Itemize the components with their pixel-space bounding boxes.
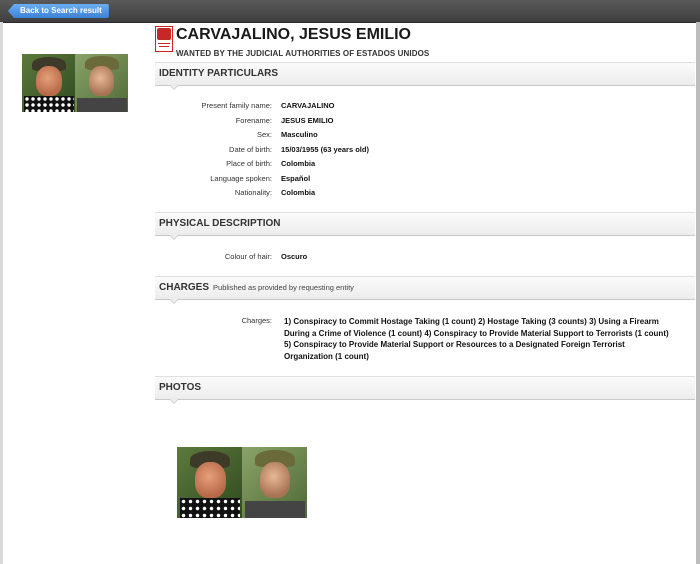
field-place-of-birth: Place of birth: Colombia bbox=[155, 157, 695, 171]
field-label: Language spoken: bbox=[210, 174, 272, 183]
section-photos: PHOTOS bbox=[155, 376, 695, 404]
section-title: IDENTITY PARTICULARS bbox=[159, 68, 279, 79]
field-label: Date of birth: bbox=[229, 145, 272, 154]
field-label: Sex: bbox=[256, 130, 272, 139]
field-value: Masculino bbox=[281, 130, 318, 139]
field-language: Language spoken: Español bbox=[155, 172, 695, 186]
field-label: Nationality: bbox=[234, 188, 272, 197]
field-label: Colour of hair: bbox=[224, 252, 272, 261]
field-hair-colour: Colour of hair: Oscuro bbox=[155, 250, 695, 264]
field-label: Present family name: bbox=[201, 101, 272, 110]
section-identity: IDENTITY PARTICULARS bbox=[155, 62, 695, 90]
top-bar: Back to Search result bbox=[0, 0, 700, 23]
profile-photo[interactable] bbox=[22, 54, 128, 112]
charges-label: Charges: bbox=[241, 316, 272, 325]
field-value: 15/03/1955 (63 years old) bbox=[281, 145, 369, 154]
field-label: Forename: bbox=[235, 116, 272, 125]
left-border bbox=[0, 22, 3, 564]
section-title: PHYSICAL DESCRIPTION bbox=[159, 218, 281, 229]
section-charges: CHARGES Published as provided by requesti… bbox=[155, 276, 695, 304]
field-label: Place of birth: bbox=[226, 159, 272, 168]
field-family-name: Present family name: CARVAJALINO bbox=[155, 99, 695, 113]
field-value: Español bbox=[281, 174, 311, 183]
section-title: CHARGES Published as provided by requesti… bbox=[159, 282, 354, 293]
field-sex: Sex: Masculino bbox=[155, 128, 695, 142]
interpol-emblem-icon bbox=[155, 26, 173, 52]
back-to-search-button[interactable]: Back to Search result bbox=[8, 4, 109, 18]
charges-title: CHARGES bbox=[159, 282, 210, 293]
wanted-by-text: WANTED BY THE JUDICIAL AUTHORITIES OF ES… bbox=[176, 49, 430, 58]
section-title: PHOTOS bbox=[159, 382, 202, 393]
field-value: Colombia bbox=[281, 159, 316, 168]
field-forename: Forename: JESUS EMILIO bbox=[155, 114, 695, 128]
field-value: CARVAJALINO bbox=[281, 101, 335, 110]
section-physical: PHYSICAL DESCRIPTION bbox=[155, 212, 695, 240]
person-name: CARVAJALINO, JESUS EMILIO bbox=[176, 26, 411, 43]
charges-value: 1) Conspiracy to Commit Hostage Taking (… bbox=[284, 317, 669, 361]
field-value: Oscuro bbox=[281, 252, 308, 261]
field-nationality: Nationality: Colombia bbox=[155, 186, 695, 200]
charges-subtitle: Published as provided by requesting enti… bbox=[213, 283, 354, 292]
field-value: Colombia bbox=[281, 188, 316, 197]
field-value: JESUS EMILIO bbox=[281, 116, 334, 125]
gallery-photo[interactable] bbox=[177, 447, 307, 518]
field-date-of-birth: Date of birth: 15/03/1955 (63 years old) bbox=[155, 143, 695, 157]
scrollbar-track[interactable] bbox=[696, 22, 700, 564]
